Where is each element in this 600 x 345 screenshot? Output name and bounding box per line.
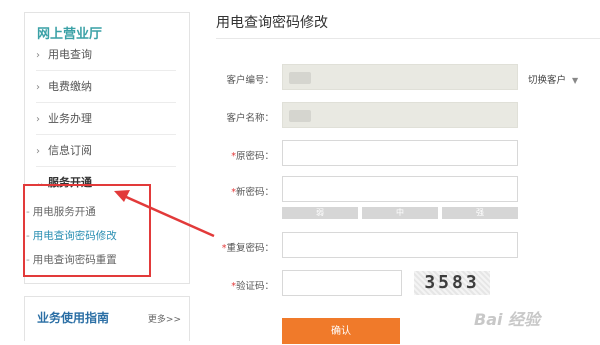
- title-divider: [216, 38, 600, 39]
- strength-strong: 强: [442, 207, 518, 219]
- repeat-password-label: *重复密码：: [221, 243, 274, 254]
- captcha-label: *验证码：: [231, 281, 274, 292]
- customer-name-label: 客户名称：: [226, 113, 274, 124]
- chevron-right-icon: ›: [36, 146, 40, 157]
- baidu-watermark: Bai 经验: [474, 310, 541, 329]
- new-password-label: *新密码：: [231, 187, 274, 198]
- sidebar-item-business[interactable]: › 业务办理: [36, 104, 176, 135]
- old-password-input[interactable]: [282, 140, 518, 166]
- sidebar-item-bill-payment[interactable]: › 电费缴纳: [36, 72, 176, 103]
- switch-customer-dropdown[interactable]: 切换客户 ▼: [528, 72, 578, 86]
- confirm-button[interactable]: 确认: [282, 318, 400, 344]
- guide-panel: 业务使用指南 更多>>: [24, 296, 190, 341]
- customer-no-field: [282, 64, 518, 90]
- captcha-image[interactable]: 3583: [414, 271, 490, 295]
- guide-title: 业务使用指南: [37, 311, 110, 325]
- new-password-input[interactable]: [282, 176, 518, 202]
- guide-more-link[interactable]: 更多>>: [148, 312, 181, 325]
- strength-weak: 弱: [282, 207, 358, 219]
- captcha-input[interactable]: [282, 270, 402, 296]
- repeat-password-input[interactable]: [282, 232, 518, 258]
- customer-name-field: [282, 102, 518, 128]
- page-title: 用电查询密码修改: [216, 15, 328, 31]
- old-password-label: *原密码：: [231, 151, 274, 162]
- chevron-right-icon: ›: [36, 82, 40, 93]
- strength-medium: 中: [362, 207, 438, 219]
- sidebar-item-usage-query[interactable]: › 用电查询: [36, 40, 176, 71]
- annotation-highlight-box: [23, 184, 151, 277]
- chevron-right-icon: ›: [36, 50, 40, 61]
- caret-down-icon: ▼: [572, 76, 579, 85]
- sidebar-item-subscription[interactable]: › 信息订阅: [36, 136, 176, 167]
- customer-no-label: 客户编号：: [226, 75, 274, 86]
- chevron-right-icon: ›: [36, 114, 40, 125]
